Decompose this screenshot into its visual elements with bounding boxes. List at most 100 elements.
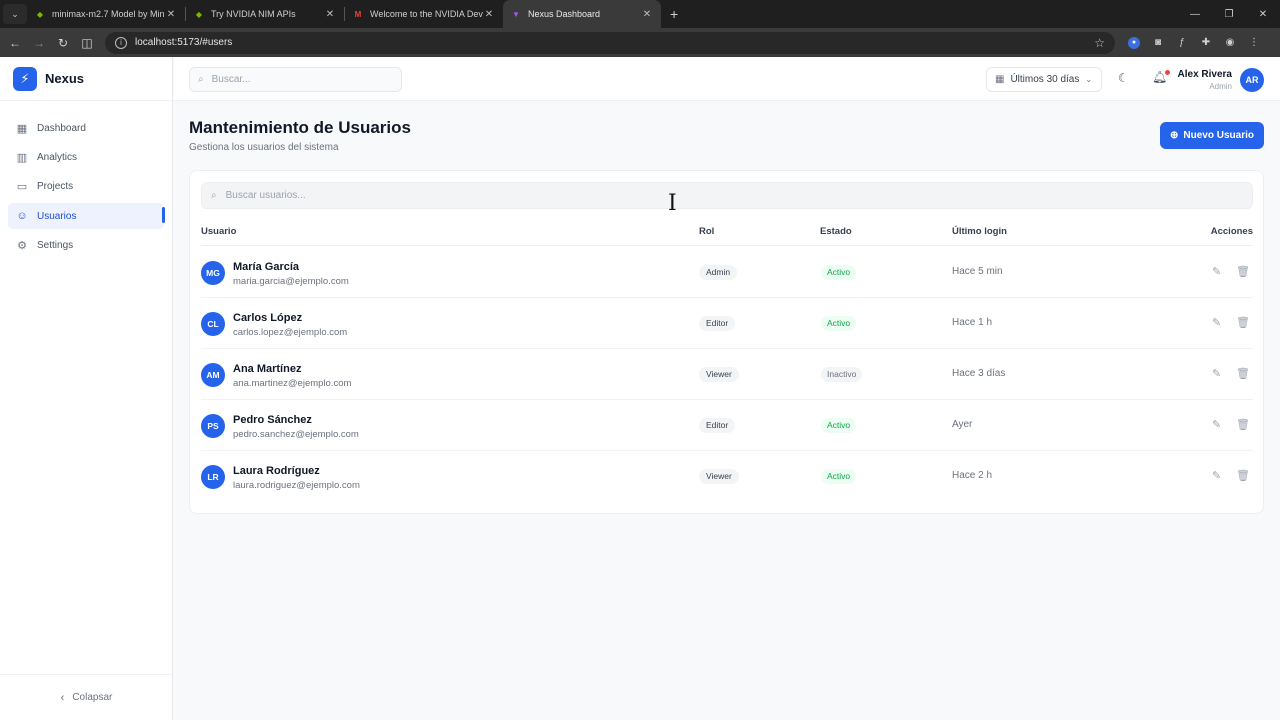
status-badge: Inactivo — [821, 367, 863, 382]
new-user-button[interactable]: ⊕ Nuevo Usuario — [1160, 122, 1264, 149]
tab-title: Try NVIDIA NIM APIs — [211, 9, 296, 19]
new-tab-icon[interactable]: + — [670, 6, 678, 22]
new-user-button-label: Nuevo Usuario — [1183, 130, 1254, 141]
user-name[interactable]: Alex Rivera — [1164, 69, 1232, 80]
gmail-icon: M — [354, 9, 362, 19]
edit-pencil-icon[interactable]: ✎ — [1212, 316, 1221, 329]
brand[interactable]: ⚡ Nexus — [0, 57, 172, 101]
maximize-icon[interactable]: ❐ — [1212, 9, 1246, 20]
table-row[interactable]: PS Pedro Sánchez pedro.sanchez@ejemplo.c… — [201, 400, 1253, 451]
gear-icon: ⚙ — [17, 240, 27, 253]
address-bar[interactable]: i localhost:5173/#users ☆ — [105, 31, 1115, 54]
table-row[interactable]: AM Ana Martínez ana.martinez@ejemplo.com… — [201, 349, 1253, 400]
sidebar-item-settings[interactable]: ⚙ Settings — [8, 233, 164, 259]
delete-trash-icon[interactable]: 🗑︎ — [1236, 418, 1250, 431]
sidebar-item-usuarios[interactable]: ☺ Usuarios — [8, 203, 165, 230]
close-window-icon[interactable]: ✕ — [1246, 9, 1280, 20]
puzzle-extension-icon[interactable]: ✚ — [1197, 34, 1215, 52]
split-view-icon[interactable]: ◫ — [75, 36, 99, 50]
browser-tab-3[interactable]: M Welcome to the NVIDIA Develo ✕ — [345, 0, 503, 28]
close-icon[interactable]: ✕ — [641, 9, 653, 20]
reload-icon[interactable]: ↻ — [51, 36, 75, 50]
last-login: Ayer — [952, 419, 973, 430]
table-row[interactable]: LR Laura Rodríguez laura.rodriguez@ejemp… — [201, 451, 1253, 502]
bookmark-star-icon[interactable]: ☆ — [1094, 36, 1105, 50]
status-badge: Activo — [821, 316, 857, 331]
extensions-area: ● ◙ ƒ ✚ ◉ ⋮ — [1125, 34, 1263, 52]
back-icon[interactable]: ← — [3, 36, 27, 50]
avatar: PS — [201, 414, 225, 438]
search-placeholder: Buscar... — [211, 74, 251, 85]
browser-tab-1[interactable]: ◆ minimax-m2.7 Model by Minim ✕ — [27, 0, 185, 28]
camera-extension-icon[interactable]: ◙ — [1149, 34, 1167, 52]
forward-icon[interactable]: → — [27, 36, 51, 50]
page-title: Mantenimiento de Usuarios — [189, 118, 411, 137]
avatar[interactable]: AR — [1240, 68, 1264, 92]
avatar: AM — [201, 363, 225, 387]
sidebar-nav: ▦ Dashboard ▥ Analytics ▭ Projects ☺ Usu… — [0, 101, 172, 259]
user-role: Admin — [1209, 82, 1232, 91]
top-bar: ⌕ Buscar... ▦ Últimos 30 días ⌄ ☾ 🔔︎ Ale… — [174, 57, 1280, 101]
close-icon[interactable]: ✕ — [165, 9, 177, 20]
brand-name: Nexus — [45, 71, 85, 86]
column-header-acciones: Acciones — [1210, 226, 1253, 237]
delete-trash-icon[interactable]: 🗑︎ — [1236, 367, 1250, 380]
table-header: Usuario Rol Estado Último login Acciones — [201, 220, 1253, 246]
status-badge: Activo — [821, 418, 857, 433]
edit-pencil-icon[interactable]: ✎ — [1212, 418, 1221, 431]
extension-badge-icon: ● — [1128, 36, 1140, 49]
tab-title: Nexus Dashboard — [528, 9, 601, 19]
date-range-select[interactable]: ▦ Últimos 30 días ⌄ — [986, 67, 1102, 92]
sidebar-item-dashboard[interactable]: ▦ Dashboard — [8, 115, 164, 141]
user-search-input[interactable]: ⌕ Buscar usuarios... — [201, 182, 1253, 209]
table-row[interactable]: CL Carlos López carlos.lopez@ejemplo.com… — [201, 298, 1253, 349]
delete-trash-icon[interactable]: 🗑︎ — [1236, 265, 1250, 278]
vite-icon: ▼ — [512, 9, 520, 19]
tab-search-icon[interactable]: ⌄ — [3, 4, 27, 24]
sidebar-item-projects[interactable]: ▭ Projects — [8, 174, 164, 200]
window-controls: — ❐ ✕ — [1178, 0, 1280, 28]
search-icon: ⌕ — [198, 74, 204, 85]
collapse-button[interactable]: ‹ Colapsar — [0, 674, 173, 720]
delete-trash-icon[interactable]: 🗑︎ — [1236, 469, 1250, 482]
browser-tab-2[interactable]: ◆ Try NVIDIA NIM APIs ✕ — [186, 0, 344, 28]
calendar-icon: ▦ — [995, 74, 1005, 85]
sidebar-item-analytics[interactable]: ▥ Analytics — [8, 144, 164, 170]
text-cursor-icon: I — [668, 191, 677, 216]
close-icon[interactable]: ✕ — [324, 9, 336, 20]
profile-icon[interactable]: ◉ — [1221, 34, 1239, 52]
column-header-ultimo-login: Último login — [952, 226, 1007, 237]
extension-icon[interactable]: ● — [1125, 34, 1143, 52]
page-subtitle: Gestiona los usuarios del sistema — [189, 142, 339, 153]
user-email: laura.rodriguez@ejemplo.com — [233, 480, 360, 491]
browser-tab-4[interactable]: ▼ Nexus Dashboard ✕ — [503, 0, 661, 28]
browser-menu-icon[interactable]: ⋮ — [1245, 34, 1263, 52]
edit-pencil-icon[interactable]: ✎ — [1212, 367, 1221, 380]
user-name: Laura Rodríguez — [233, 465, 320, 477]
minimize-icon[interactable]: — — [1178, 9, 1212, 20]
sidebar-item-label: Projects — [37, 181, 74, 193]
font-extension-icon[interactable]: ƒ — [1173, 34, 1191, 52]
user-search-placeholder: Buscar usuarios... — [225, 190, 306, 201]
user-email: ana.martinez@ejemplo.com — [233, 378, 352, 389]
user-email: carlos.lopez@ejemplo.com — [233, 327, 348, 338]
role-badge: Editor — [699, 316, 736, 331]
lightning-icon: ⚡ — [13, 66, 37, 91]
role-badge: Viewer — [699, 469, 739, 484]
edit-pencil-icon[interactable]: ✎ — [1212, 469, 1221, 482]
avatar: CL — [201, 312, 225, 336]
chevron-down-icon: ⌄ — [1085, 75, 1093, 84]
user-email: maria.garcia@ejemplo.com — [233, 276, 349, 287]
site-info-icon[interactable]: i — [115, 36, 127, 49]
nvidia-icon: ◆ — [36, 9, 44, 19]
chevron-left-icon: ‹ — [60, 691, 65, 704]
table-row[interactable]: MG María García maria.garcia@ejemplo.com… — [201, 247, 1253, 298]
user-name: Ana Martínez — [233, 363, 302, 375]
dark-mode-toggle-icon[interactable]: ☾ — [1118, 71, 1129, 85]
delete-trash-icon[interactable]: 🗑︎ — [1236, 316, 1250, 329]
last-login: Hace 1 h — [952, 317, 993, 328]
global-search-input[interactable]: ⌕ Buscar... — [189, 67, 402, 92]
edit-pencil-icon[interactable]: ✎ — [1212, 265, 1221, 278]
close-icon[interactable]: ✕ — [483, 9, 495, 20]
grid-icon: ▦ — [16, 122, 28, 135]
